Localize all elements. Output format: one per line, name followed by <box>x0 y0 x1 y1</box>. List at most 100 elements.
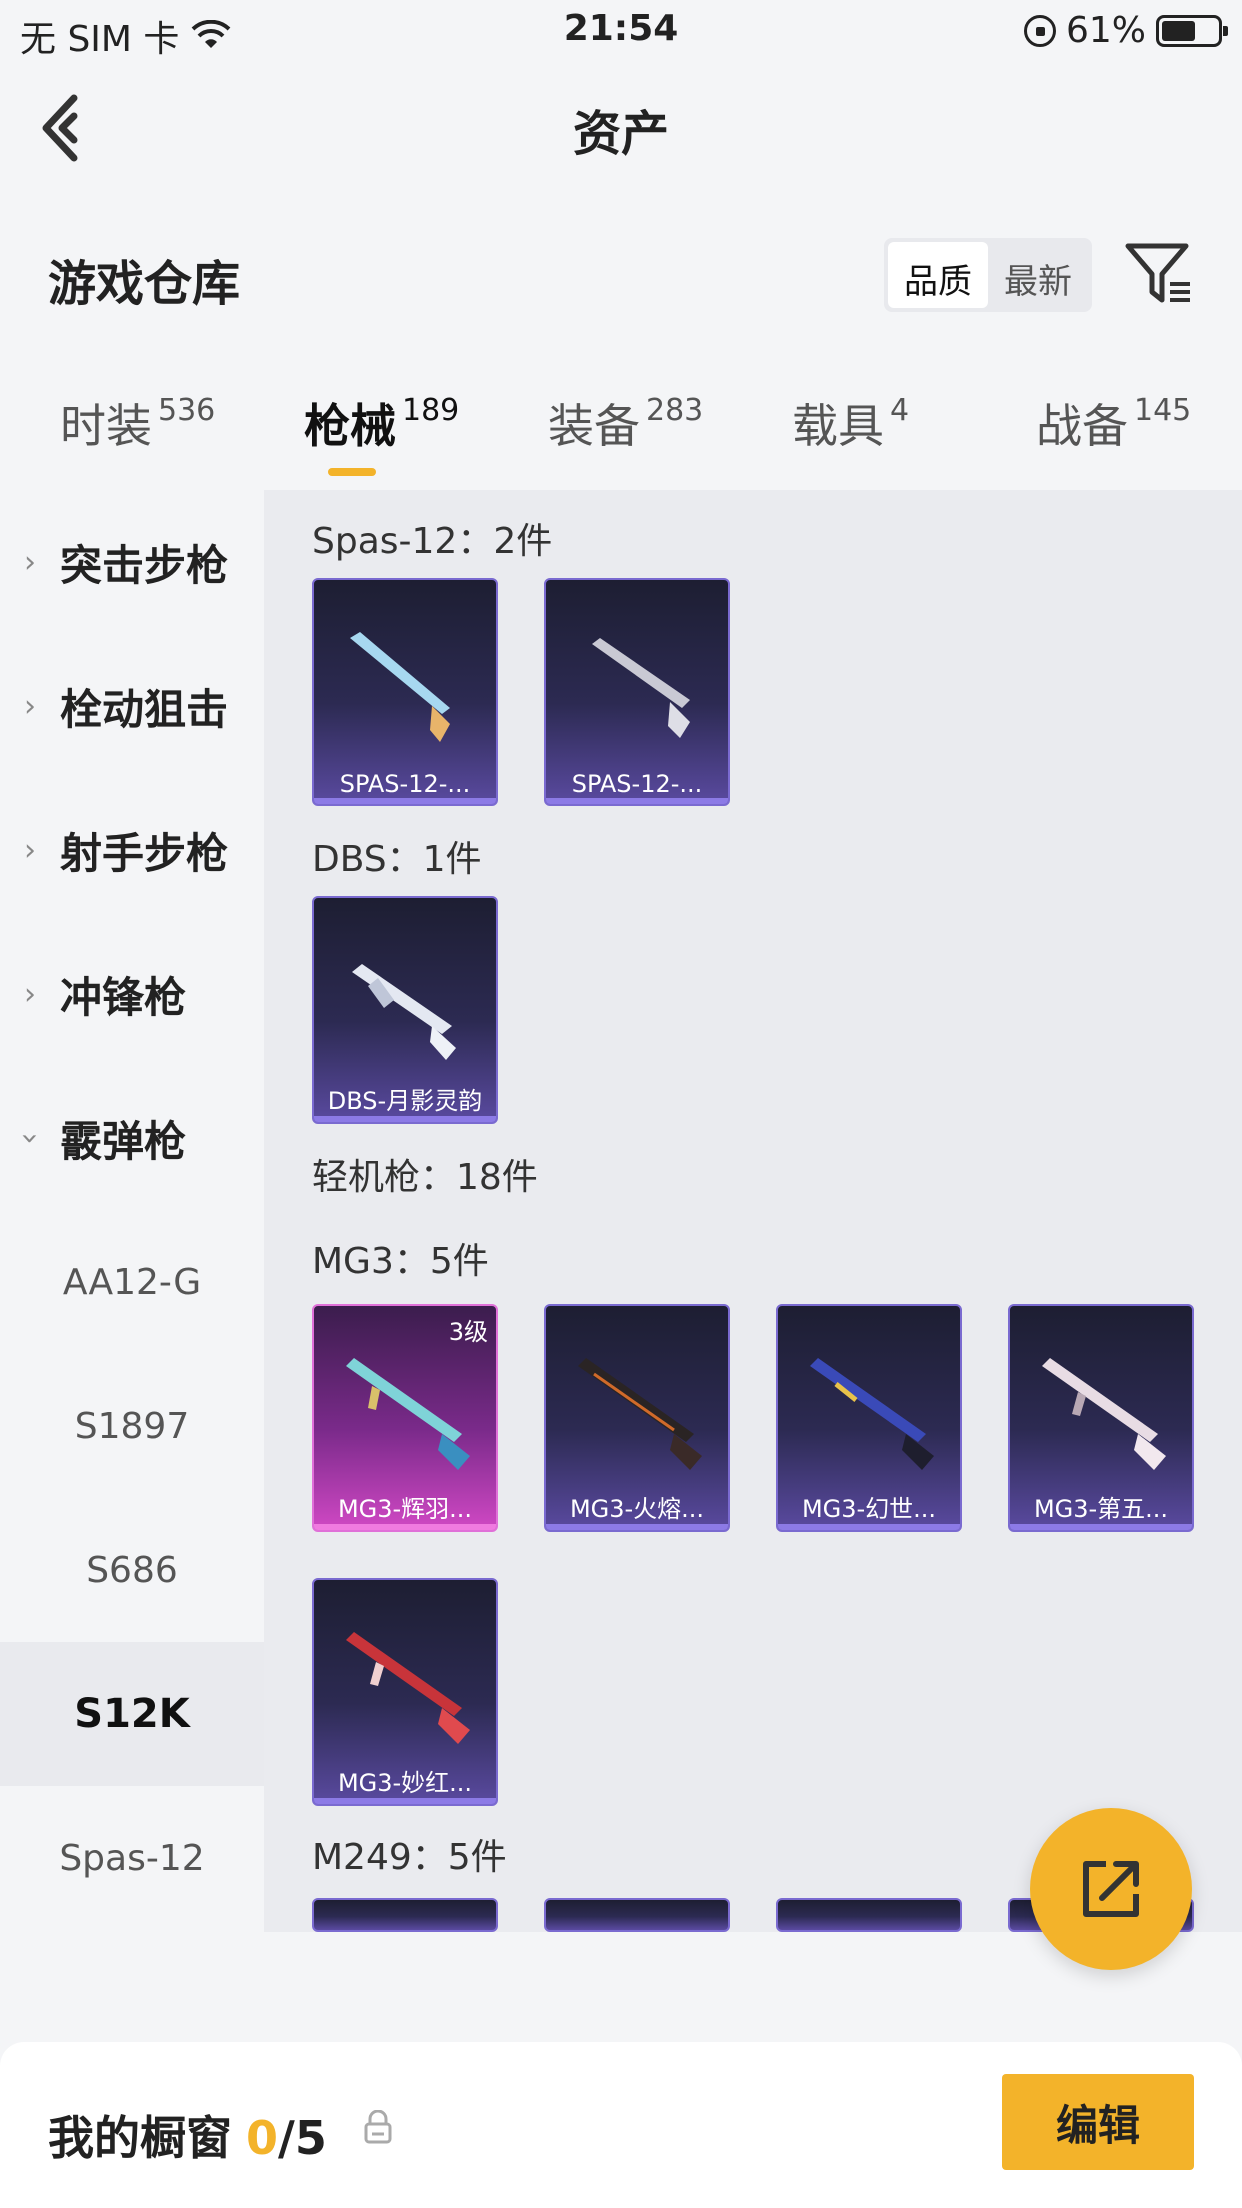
sidebar-item-label: 冲锋枪 <box>60 972 187 1022</box>
item-card[interactable]: MG3-第五... <box>1008 1304 1194 1532</box>
item-card[interactable]: SPAS-12-... <box>544 578 730 806</box>
sort-quality-option[interactable]: 品质 <box>888 242 988 308</box>
item-card[interactable] <box>544 1898 730 1932</box>
item-list: Spas-12：2件 SPAS-12-... SPAS-12-... DBS：1… <box>264 490 1242 1932</box>
sidebar-item-smg[interactable]: › 冲锋枪 <box>0 922 264 1066</box>
filter-button[interactable] <box>1124 240 1194 310</box>
item-card[interactable] <box>312 1898 498 1932</box>
item-name: SPAS-12-... <box>571 770 703 798</box>
item-name: MG3-火熔... <box>569 1495 705 1523</box>
item-name: SPAS-12-... <box>339 770 471 798</box>
item-card[interactable]: MG3-妙红... <box>312 1578 498 1806</box>
status-bar: 无 SIM 卡 21:54 61% <box>0 0 1242 64</box>
shotgun-icon <box>350 632 450 742</box>
tab-equipment[interactable]: 装备 283 <box>548 390 703 456</box>
tab-count: 283 <box>646 393 704 428</box>
machine-gun-icon <box>810 1358 934 1470</box>
item-name: MG3-辉羽... <box>337 1495 473 1523</box>
item-card[interactable]: MG3-火熔... <box>544 1304 730 1532</box>
tab-label: 装备 <box>548 399 640 453</box>
chevron-right-icon: › <box>24 688 36 724</box>
item-card[interactable]: 3级 MG3-辉羽... <box>312 1304 498 1532</box>
shotgun-icon <box>352 964 456 1060</box>
rarity-bar <box>1010 1524 1192 1530</box>
showcase-bar: 我的橱窗 0 /5 编辑 <box>0 2042 1242 2208</box>
machine-gun-icon <box>346 1632 470 1744</box>
sidebar: › 突击步枪 › 栓动狙击 › 射手步枪 › 冲锋枪 › 霰弹枪 AA12-G … <box>0 490 264 1932</box>
chevron-right-icon: › <box>24 832 36 868</box>
sidebar-item-shotgun[interactable]: › 霰弹枪 <box>0 1066 264 1210</box>
tab-count: 145 <box>1134 393 1192 428</box>
category-tabs: 时装 536 枪械 189 装备 283 载具 4 战备 145 <box>0 390 1242 480</box>
group-label: 轻机枪：18件 <box>312 1157 538 1198</box>
tab-vehicles[interactable]: 载具 4 <box>792 390 909 456</box>
sidebar-sub-s1897[interactable]: S1897 <box>0 1354 264 1498</box>
chevron-right-icon: › <box>24 976 36 1012</box>
tab-count: 4 <box>890 393 910 428</box>
tab-label: 枪械 <box>304 399 396 453</box>
rarity-bar <box>546 798 728 804</box>
tab-label: 载具 <box>792 399 884 453</box>
item-name: MG3-幻世... <box>801 1495 937 1523</box>
rarity-bar <box>314 1798 496 1804</box>
active-tab-indicator <box>328 468 376 476</box>
machine-gun-icon <box>578 1358 702 1470</box>
share-icon <box>1083 1861 1139 1917</box>
tab-supplies[interactable]: 战备 145 <box>1036 390 1191 456</box>
sidebar-item-label: 射手步枪 <box>60 828 229 878</box>
rarity-bar <box>546 1524 728 1530</box>
battery-percent: 61% <box>1065 10 1146 51</box>
sidebar-sub-aa12g[interactable]: AA12-G <box>0 1210 264 1354</box>
showcase-label: 我的橱窗 <box>48 2111 232 2165</box>
tab-firearms[interactable]: 枪械 189 <box>304 390 459 456</box>
sidebar-item-label: 霰弹枪 <box>60 1116 187 1166</box>
page-title: 资产 <box>572 106 669 162</box>
item-name: MG3-妙红... <box>337 1769 473 1797</box>
sidebar-item-label: 栓动狙击 <box>60 684 229 734</box>
filter-icon <box>1125 243 1190 303</box>
tab-label: 战备 <box>1036 399 1128 453</box>
tab-label: 时装 <box>60 399 152 453</box>
machine-gun-icon <box>1042 1358 1166 1470</box>
item-card[interactable] <box>776 1898 962 1932</box>
sidebar-item-bolt-sniper[interactable]: › 栓动狙击 <box>0 634 264 778</box>
item-card[interactable]: MG3-幻世... <box>776 1304 962 1532</box>
tab-count: 189 <box>402 393 460 428</box>
shotgun-icon <box>592 638 690 738</box>
rarity-bar <box>314 1524 496 1530</box>
sidebar-item-marksman-rifle[interactable]: › 射手步枪 <box>0 778 264 922</box>
battery-icon <box>1156 14 1228 47</box>
rarity-bar <box>314 1116 496 1122</box>
item-card[interactable]: SPAS-12-... <box>312 578 498 806</box>
lock-icon <box>364 2110 392 2144</box>
rotation-lock-icon <box>1023 14 1056 47</box>
battery-status: 61% <box>1023 10 1228 51</box>
chevron-right-icon: › <box>24 544 36 580</box>
showcase-total: /5 <box>278 2111 327 2165</box>
group-label: MG3：5件 <box>312 1241 489 1282</box>
group-label: Spas-12：2件 <box>312 521 553 562</box>
showcase-counter: 我的橱窗 0 /5 <box>48 2102 327 2168</box>
navigation-bar: 资产 <box>0 64 1242 184</box>
sidebar-sub-s686[interactable]: S686 <box>0 1498 264 1642</box>
item-card[interactable]: DBS-月影灵韵 <box>312 896 498 1124</box>
machine-gun-icon <box>346 1358 470 1470</box>
group-label: DBS：1件 <box>312 839 482 880</box>
sidebar-sub-s12k[interactable]: S12K <box>0 1642 264 1786</box>
sort-toggle: 品质 最新 <box>884 238 1092 312</box>
sidebar-item-label: 突击步枪 <box>60 540 229 590</box>
chevron-down-icon: › <box>12 1132 48 1144</box>
item-name: MG3-第五... <box>1033 1495 1169 1523</box>
rarity-bar <box>778 1524 960 1530</box>
sidebar-sub-spas12[interactable]: Spas-12 <box>0 1786 264 1930</box>
share-button[interactable] <box>1030 1808 1192 1970</box>
sort-newest-option[interactable]: 最新 <box>988 242 1088 308</box>
edit-button[interactable]: 编辑 <box>1002 2074 1194 2170</box>
sidebar-item-assault-rifle[interactable]: › 突击步枪 <box>0 490 264 634</box>
tab-count: 536 <box>158 393 216 428</box>
warehouse-title: 游戏仓库 <box>48 256 241 312</box>
group-label: M249：5件 <box>312 1837 507 1878</box>
rarity-bar <box>314 798 496 804</box>
tab-fashion[interactable]: 时装 536 <box>60 390 215 456</box>
item-name: DBS-月影灵韵 <box>327 1087 483 1115</box>
